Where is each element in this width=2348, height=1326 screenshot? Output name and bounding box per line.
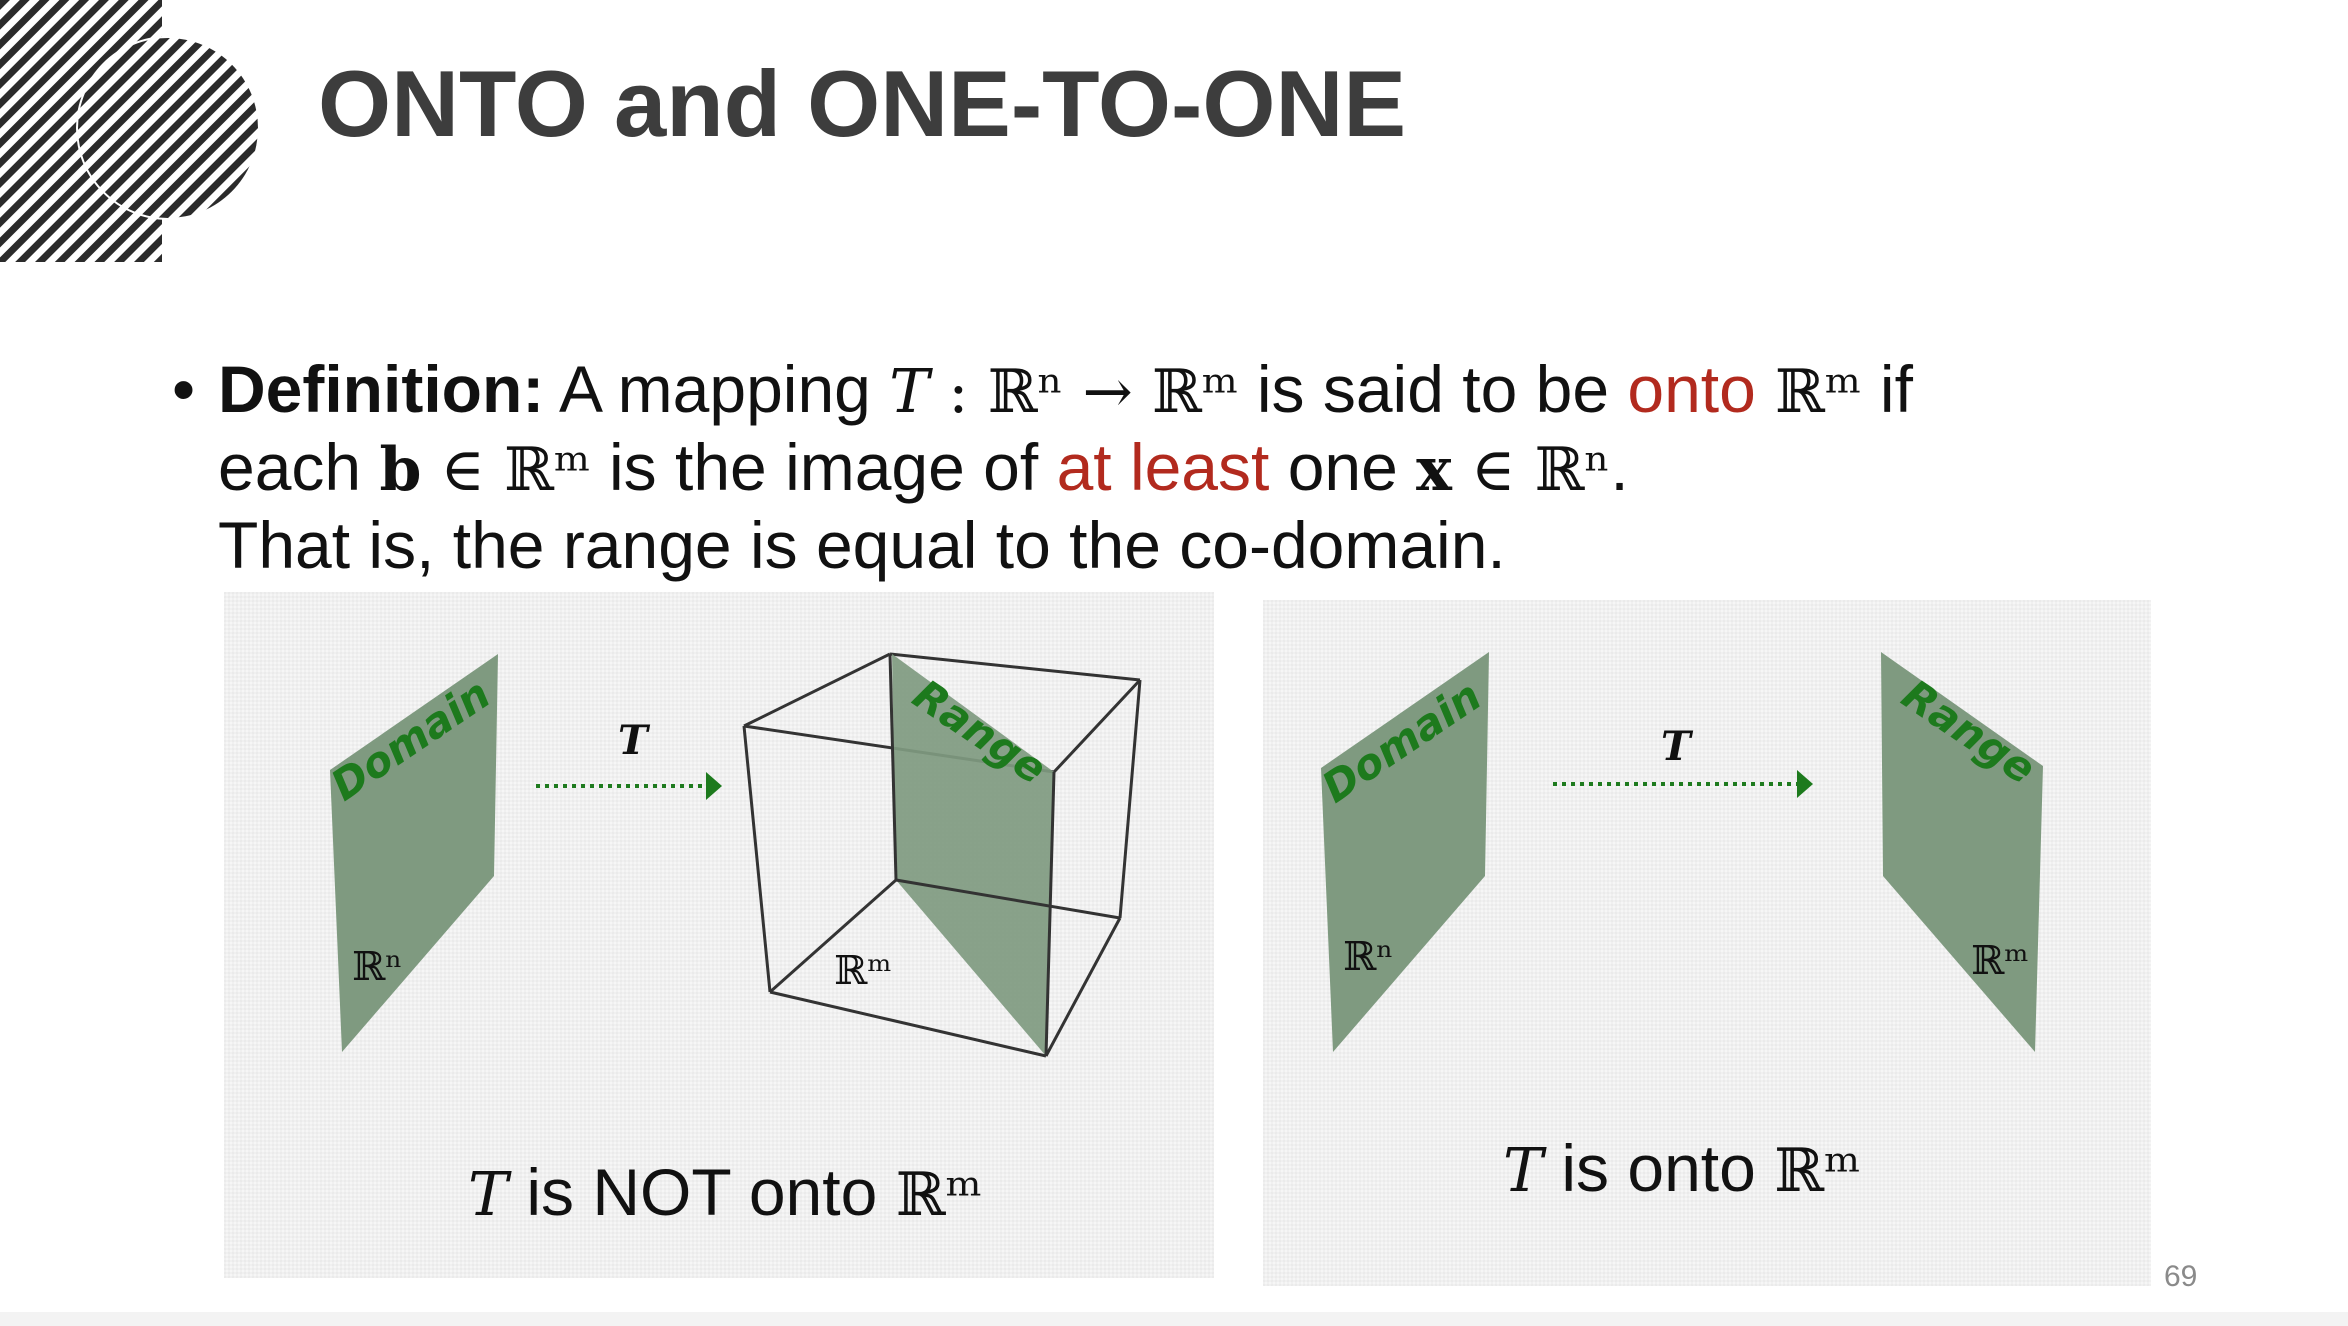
caption-text: is onto xyxy=(1543,1131,1775,1205)
definition-text: is the image of xyxy=(590,430,1057,504)
domain-space-label: ℝⁿ xyxy=(352,944,403,990)
math-Rn: ℝⁿ xyxy=(1534,435,1611,505)
domain-space-label: ℝⁿ xyxy=(1343,934,1394,980)
caption-space: ℝᵐ xyxy=(895,1160,983,1230)
math-Rn: ℝⁿ xyxy=(987,357,1064,427)
definition-block: • Definition: A mapping T : ℝⁿ → ℝᵐ is sa… xyxy=(172,352,2192,583)
range-space-label: ℝᵐ xyxy=(1971,938,2029,984)
math-Rm: ℝᵐ xyxy=(1755,357,1862,427)
definition-text: A mapping xyxy=(544,352,890,426)
math-colon: : xyxy=(929,357,988,427)
math-T: T xyxy=(889,357,930,427)
definition-text: That is, the range is equal to the co-do… xyxy=(218,508,1506,582)
slide: ONTO and ONE-TO-ONE • Definition: A mappi… xyxy=(0,0,2348,1326)
definition-term: Definition: xyxy=(218,352,545,426)
onto-diagram: Domain ℝⁿ T Range ℝᵐ T is onto ℝᵐ xyxy=(1263,600,2151,1286)
bullet: • xyxy=(172,352,196,426)
math-x: x xyxy=(1416,435,1452,505)
slide-title: ONTO and ONE-TO-ONE xyxy=(318,51,1407,156)
mapping-label: T xyxy=(618,717,651,764)
hatched-circles-logo xyxy=(0,0,260,262)
bottom-strip xyxy=(0,1312,2348,1326)
math-in: ∈ xyxy=(1451,435,1535,505)
definition-text: each xyxy=(218,430,380,504)
math-arrow: → xyxy=(1063,357,1152,427)
caption-T: T xyxy=(468,1160,509,1230)
onto-caption: T is onto ℝᵐ xyxy=(1503,1130,1861,1206)
definition-line-3: That is, the range is equal to the co-do… xyxy=(172,508,2192,583)
definition-text: one xyxy=(1269,430,1417,504)
math-Rm: ℝᵐ xyxy=(1151,357,1239,427)
caption-space: ℝᵐ xyxy=(1774,1136,1861,1206)
codomain-space-label: ℝᵐ xyxy=(834,948,892,994)
caption-text: is NOT onto xyxy=(508,1155,896,1229)
definition-text: if xyxy=(1861,352,1913,426)
at-least-highlight: at least xyxy=(1056,430,1270,504)
math-b: b xyxy=(379,435,422,505)
math-Rm: ℝᵐ xyxy=(503,435,591,505)
mapping-arrowhead xyxy=(1797,770,1813,798)
page-number: 69 xyxy=(2164,1260,2198,1293)
onto-highlight: onto xyxy=(1627,352,1756,426)
caption-T: T xyxy=(1503,1136,1544,1206)
math-in: ∈ xyxy=(421,435,504,505)
mapping-arrowhead xyxy=(706,772,722,800)
definition-text: . xyxy=(1610,430,1629,504)
definition-text: is said to be xyxy=(1238,352,1628,426)
not-onto-caption: T is NOT onto ℝᵐ xyxy=(468,1154,982,1230)
not-onto-diagram: Domain ℝⁿ T Range ℝᵐ T is NOT onto ℝᵐ xyxy=(224,592,1214,1278)
definition-line-2: each b ∈ ℝᵐ is the image of at least one… xyxy=(172,430,2192,508)
definition-line-1: • Definition: A mapping T : ℝⁿ → ℝᵐ is sa… xyxy=(172,352,2192,430)
mapping-label: T xyxy=(1661,723,1694,770)
